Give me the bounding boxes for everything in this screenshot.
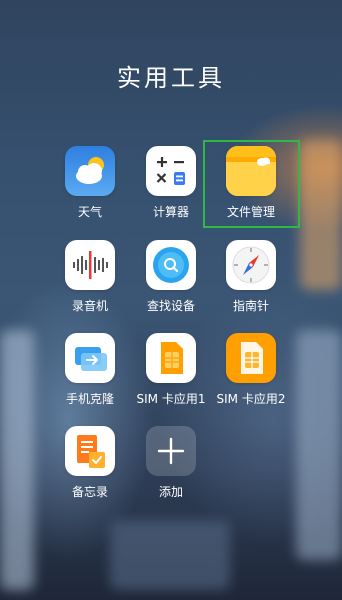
app-label: 指南针 — [232, 299, 269, 313]
app-label: 天气 — [77, 205, 102, 219]
app-label: SIM 卡应用1 — [136, 392, 206, 406]
phone-clone-icon — [65, 333, 115, 383]
sim-card-icon — [146, 333, 196, 383]
app-label: 备忘录 — [71, 485, 108, 499]
folder-title: 实用工具 — [117, 64, 225, 92]
app-sim-1[interactable]: SIM 卡应用1 — [131, 333, 211, 407]
compass-icon — [226, 240, 276, 290]
app-notepad[interactable]: 备忘录 — [50, 426, 130, 500]
app-label: SIM 卡应用2 — [216, 392, 286, 406]
notepad-icon — [65, 426, 115, 476]
app-weather[interactable]: 天气 — [50, 146, 130, 220]
app-recorder[interactable]: 录音机 — [50, 240, 130, 314]
app-label: 添加 — [158, 485, 183, 499]
app-find-device[interactable]: 查找设备 — [131, 240, 211, 314]
calculator-icon — [146, 146, 196, 196]
highlight-frame — [203, 140, 300, 228]
recorder-icon — [65, 240, 115, 290]
app-label: 计算器 — [152, 205, 189, 219]
app-sim-2[interactable]: SIM 卡应用2 — [211, 333, 291, 407]
plus-icon — [146, 426, 196, 476]
app-label: 手机克隆 — [65, 392, 114, 406]
app-label: 查找设备 — [146, 299, 195, 313]
app-compass[interactable]: 指南针 — [211, 240, 291, 314]
app-calculator[interactable]: 计算器 — [131, 146, 211, 220]
weather-icon — [65, 146, 115, 196]
app-phone-clone[interactable]: 手机克隆 — [50, 333, 130, 407]
sim-card-icon — [226, 333, 276, 383]
add-app-button[interactable]: 添加 — [131, 426, 211, 500]
app-label: 录音机 — [71, 299, 108, 313]
find-device-icon — [146, 240, 196, 290]
